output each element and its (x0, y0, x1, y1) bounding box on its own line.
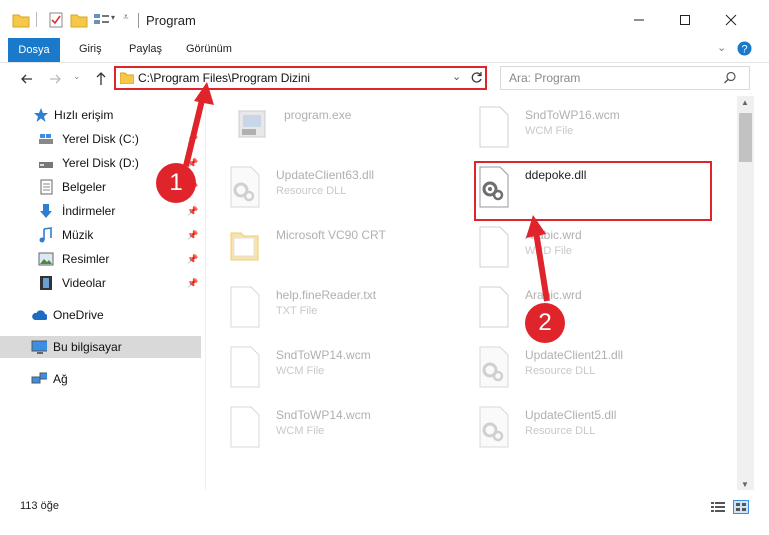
step-1-badge: 1 (156, 163, 196, 203)
arrow-1-head (194, 82, 214, 105)
details-view-icon[interactable] (711, 501, 725, 513)
step-2-badge: 2 (525, 303, 565, 343)
arrow-1-shaft (183, 95, 206, 167)
annotation-arrows (183, 82, 550, 302)
large-icons-view-icon[interactable] (733, 500, 749, 514)
arrow-2-head (526, 215, 546, 238)
status-bar (0, 496, 769, 518)
arrow-2-shaft (533, 231, 550, 302)
item-count: 113 öğe (20, 500, 59, 512)
